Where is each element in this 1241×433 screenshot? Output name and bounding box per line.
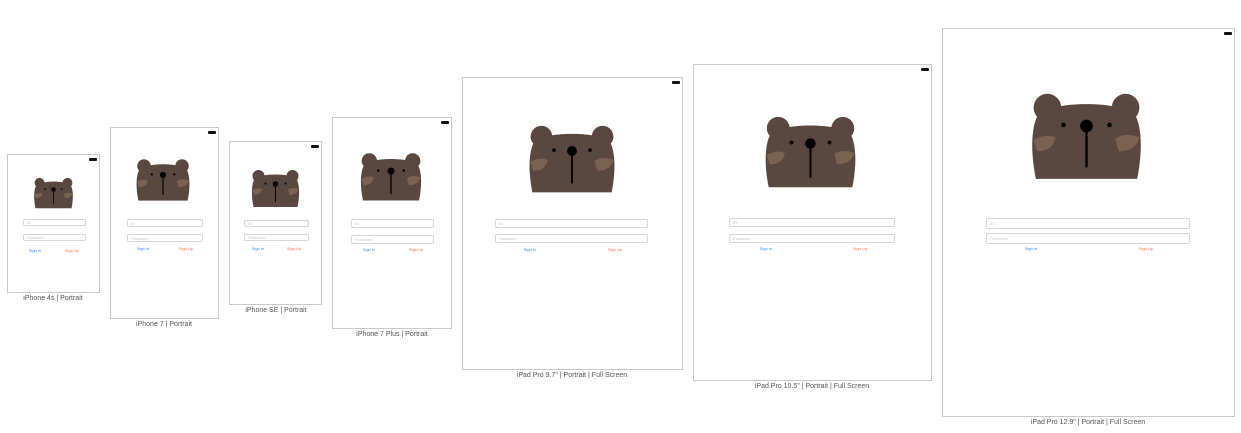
battery-icon — [921, 68, 929, 71]
device-frame-ipad-pro-12-9: Sign In Sign Up — [942, 28, 1235, 417]
storyboard-canvas: Sign In Sign Up iPhone 4s | Portrait Sig… — [0, 0, 1241, 433]
sign-in-button[interactable]: Sign In — [252, 246, 264, 251]
device-caption: iPhone 7 Plus | Portrait — [356, 331, 428, 338]
id-input[interactable] — [245, 221, 308, 226]
bear-logo-icon — [33, 177, 74, 210]
device-caption: iPad Pro 9.7" | Portrait | Full Screen — [516, 372, 628, 379]
battery-icon — [89, 158, 97, 161]
id-field[interactable] — [729, 218, 895, 227]
password-input[interactable] — [352, 236, 433, 243]
sign-in-button[interactable]: Sign In — [1025, 246, 1037, 251]
id-input[interactable] — [987, 219, 1189, 228]
sign-up-button[interactable]: Sign Up — [1139, 246, 1153, 251]
bear-logo-icon — [763, 114, 858, 192]
sign-in-button[interactable]: Sign In — [524, 247, 536, 252]
password-input[interactable] — [24, 235, 85, 240]
id-field[interactable] — [244, 220, 309, 227]
battery-icon — [1224, 32, 1232, 35]
sign-in-button[interactable]: Sign In — [137, 246, 149, 251]
id-input[interactable] — [730, 219, 894, 226]
password-field[interactable] — [986, 233, 1190, 244]
bear-logo-icon — [1029, 89, 1144, 186]
sign-up-button[interactable]: Sign Up — [287, 246, 301, 251]
device-caption: iPhone 7 | Portrait — [136, 321, 192, 328]
battery-icon — [441, 121, 449, 124]
device-frame-iphone-7: Sign In Sign Up — [110, 127, 219, 319]
password-field[interactable] — [351, 235, 434, 244]
device-caption: iPhone 4s | Portrait — [23, 295, 83, 302]
device-frame-iphone-4s: Sign In Sign Up — [7, 154, 100, 293]
password-input[interactable] — [128, 235, 202, 241]
id-input[interactable] — [128, 220, 202, 226]
id-input[interactable] — [352, 220, 433, 227]
bear-logo-icon — [359, 152, 423, 203]
password-field[interactable] — [127, 234, 203, 242]
bear-logo-icon — [250, 169, 301, 209]
password-field[interactable] — [23, 234, 86, 241]
id-input[interactable] — [496, 220, 647, 227]
sign-up-button[interactable]: Sign Up — [853, 246, 867, 251]
sign-up-button[interactable]: Sign Up — [65, 248, 79, 253]
password-field[interactable] — [244, 234, 309, 241]
sign-up-button[interactable]: Sign Up — [608, 247, 622, 252]
id-field[interactable] — [986, 218, 1190, 229]
bear-logo-icon — [135, 158, 191, 203]
password-input[interactable] — [245, 235, 308, 240]
password-input[interactable] — [987, 234, 1189, 243]
device-frame-ipad-pro-10-5: Sign In Sign Up — [693, 64, 932, 381]
device-frame-ipad-pro-9-7: Sign In Sign Up — [462, 77, 683, 370]
battery-icon — [672, 81, 680, 84]
id-field[interactable] — [23, 219, 86, 226]
bear-logo-icon — [527, 123, 617, 197]
id-field[interactable] — [495, 219, 648, 228]
sign-up-button[interactable]: Sign Up — [179, 246, 193, 251]
id-input[interactable] — [24, 220, 85, 225]
password-input[interactable] — [496, 235, 647, 242]
sign-in-button[interactable]: Sign In — [363, 247, 375, 252]
device-frame-iphone-7-plus: Sign In Sign Up — [332, 117, 452, 329]
password-field[interactable] — [495, 234, 648, 243]
device-caption: iPhone SE | Portrait — [245, 307, 307, 314]
device-frame-iphone-se: Sign In Sign Up — [229, 141, 322, 305]
device-caption: iPad Pro 12.9" | Portrait | Full Screen — [1030, 419, 1146, 426]
battery-icon — [208, 131, 216, 134]
password-input[interactable] — [730, 235, 894, 242]
password-field[interactable] — [729, 234, 895, 243]
id-field[interactable] — [127, 219, 203, 227]
device-caption: iPad Pro 10.5" | Portrait | Full Screen — [754, 383, 870, 390]
sign-in-button[interactable]: Sign In — [760, 246, 772, 251]
battery-icon — [311, 145, 319, 148]
id-field[interactable] — [351, 219, 434, 228]
sign-up-button[interactable]: Sign Up — [409, 247, 423, 252]
sign-in-button[interactable]: Sign In — [29, 248, 41, 253]
